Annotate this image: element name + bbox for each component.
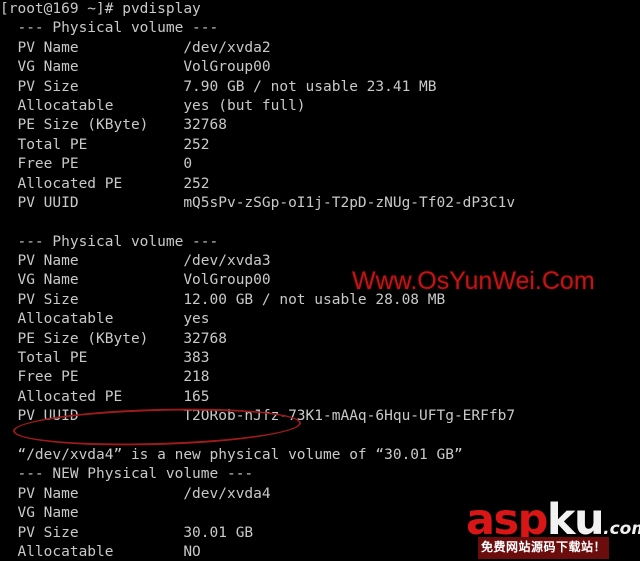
- command-prompt-line: [root@169 ~]# pvdisplay: [0, 1, 201, 17]
- pv-field-row: PV Size 12.00 GB / not usable 28.08 MB: [0, 291, 446, 308]
- pv-field-row: PV Size 30.01 GB: [0, 524, 254, 541]
- pv-field-row: Allocated PE 252: [0, 175, 210, 192]
- terminal-output[interactable]: [root@169 ~]# pvdisplay --- Physical vol…: [0, 0, 640, 561]
- pv-field-row: Total PE 252: [0, 136, 210, 153]
- pv-field-row: PE Size (KByte) 32768: [0, 117, 227, 134]
- pv-field-row: PV UUID mQ5sPv-zSGp-oI1j-T2pD-zNUg-Tf02-…: [0, 194, 516, 211]
- terminal-window[interactable]: [root@169 ~]# pvdisplay --- Physical vol…: [0, 0, 640, 561]
- pv-field-row: Allocatable yes: [0, 311, 210, 328]
- pv-field-row: PV Name /dev/xvda4: [0, 485, 271, 502]
- volume-section-header: --- Physical volume ---: [0, 20, 219, 37]
- pv-field-row: Allocatable yes (but full): [0, 97, 306, 114]
- volume-section-header: --- Physical volume ---: [0, 233, 219, 250]
- pv-field-row: Total PE 383: [0, 350, 210, 367]
- pv-field-row: Free PE 0: [0, 156, 193, 173]
- pv-field-row: PE Size (KByte) 32768: [0, 330, 227, 347]
- pv-field-row: PV Name /dev/xvda3: [0, 253, 271, 270]
- pv-field-row: Allocatable NO: [0, 543, 201, 560]
- volume-section-header: --- NEW Physical volume ---: [0, 466, 254, 483]
- pv-field-row: Allocated PE 165: [0, 388, 210, 405]
- pv-field-row: VG Name: [0, 505, 184, 522]
- pv-field-row: Free PE 218: [0, 369, 210, 386]
- pv-field-row: VG Name VolGroup00: [0, 272, 271, 289]
- pv-field-row: VG Name VolGroup00: [0, 59, 271, 76]
- new-volume-notice: “/dev/xvda4” is a new physical volume of…: [0, 446, 463, 463]
- pv-field-row: PV Size 7.90 GB / not usable 23.41 MB: [0, 78, 437, 95]
- pv-field-row: PV UUID T2ORob-nJfz-73K1-mAAq-6Hqu-UFTg-…: [0, 408, 516, 425]
- pv-field-row: PV Name /dev/xvda2: [0, 39, 271, 56]
